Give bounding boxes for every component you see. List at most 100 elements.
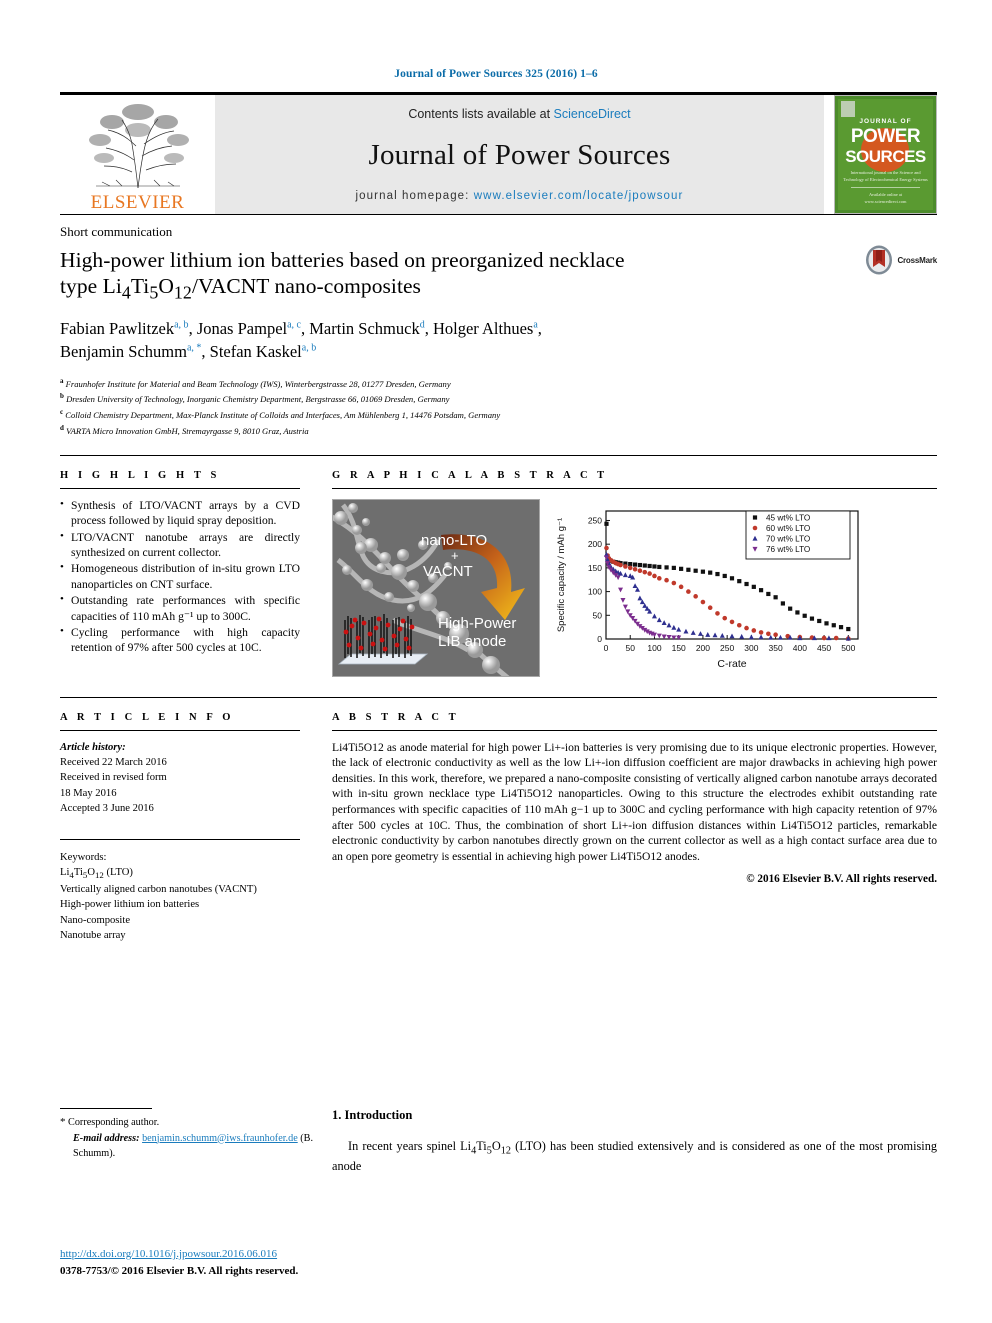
svg-text:76 wt% LTO: 76 wt% LTO <box>766 545 810 554</box>
elsevier-logo: ELSEVIER <box>60 95 215 214</box>
list-item: LTO/VACNT nanotube arrays are directly s… <box>60 529 300 561</box>
list-item: Synthesis of LTO/VACNT arrays by a CVD p… <box>60 497 300 529</box>
svg-text:100: 100 <box>647 643 661 653</box>
graphical-abstract-image: nano-LTO + VACNT High-Power LIB anode <box>332 498 540 677</box>
nanotube-sem-illustration: nano-LTO + VACNT High-Power LIB anode <box>333 499 539 676</box>
introduction-paragraph: In recent years spinel Li4Ti5O12 (LTO) h… <box>332 1139 938 1174</box>
keywords-label: Keywords: <box>60 851 107 863</box>
svg-text:45 wt% LTO: 45 wt% LTO <box>766 513 810 522</box>
svg-text:150: 150 <box>588 563 602 573</box>
highlights-heading: H I G H L I G H T S <box>60 469 220 481</box>
svg-text:200: 200 <box>588 539 602 549</box>
article-head: Short communication CrossMark High-power… <box>60 215 937 439</box>
history-item: Accepted 3 June 2016 <box>60 803 154 815</box>
list-item: Homogeneous distribution of in-situ grow… <box>60 560 300 592</box>
footnote-rule <box>60 1108 152 1109</box>
affiliation-item: b Dresden University of Technology, Inor… <box>60 392 450 405</box>
affiliation-list: a Fraunhofer Institute for Material and … <box>60 376 937 439</box>
doi-footer: http://dx.doi.org/10.1016/j.jpowsour.201… <box>60 1246 298 1279</box>
svg-text:300: 300 <box>744 643 758 653</box>
journal-title: Journal of Power Sources <box>368 139 671 171</box>
email-link[interactable]: benjamin.schumm@iws.fraunhofer.de <box>142 1133 298 1144</box>
issn-copyright-line: 0378-7753/© 2016 Elsevier B.V. All right… <box>60 1264 299 1277</box>
corresponding-author-block: * Corresponding author. E-mail address: … <box>60 1108 332 1175</box>
article-info-column: A R T I C L E I N F O Article history: R… <box>60 698 318 944</box>
author-list: Fabian Pawlitzeka, b, Jonas Pampela, c, … <box>60 318 542 362</box>
article-info-rule <box>60 729 300 731</box>
keyword-item: Li4Ti5O12 (LTO) <box>60 866 133 880</box>
graphical-abstract-content: nano-LTO + VACNT High-Power LIB anode 0 5… <box>332 498 937 677</box>
svg-text:50: 50 <box>625 643 635 653</box>
ga-label-nano-lto: nano-LTO <box>421 532 487 549</box>
cover-sources-label: SOURCES <box>845 147 926 166</box>
crossmark-badge[interactable]: CrossMark <box>865 245 937 275</box>
ga-label-plus: + <box>451 548 459 563</box>
graphical-abstract-column: G R A P H I C A L A B S T R A C T nano-L… <box>318 456 937 677</box>
cover-subtitle: International journal on the Science and… <box>843 170 928 182</box>
keyword-item: Nanotube array <box>60 929 126 941</box>
author-item[interactable]: Benjamin Schumma, * <box>60 342 201 361</box>
page-title: High-power lithium ion batteries based o… <box>60 247 760 304</box>
list-item: Cycling performance with high capacity r… <box>60 624 300 656</box>
ga-label-high-power: High-Power <box>438 615 516 632</box>
keywords-block: Keywords: Li4Ti5O12 (LTO) Vertically ali… <box>60 850 300 944</box>
keyword-item: Vertically aligned carbon nanotubes (VAC… <box>60 883 257 895</box>
affiliation-item: a Fraunhofer Institute for Material and … <box>60 376 451 389</box>
svg-text:400: 400 <box>793 643 807 653</box>
journal-homepage-line: journal homepage: www.elsevier.com/locat… <box>356 190 684 202</box>
elsevier-tree-icon <box>88 104 189 189</box>
svg-text:Specific capacity / mAh g⁻¹: Specific capacity / mAh g⁻¹ <box>556 518 567 632</box>
journal-masthead: ELSEVIER Contents lists available at Sci… <box>60 92 937 214</box>
doi-link[interactable]: http://dx.doi.org/10.1016/j.jpowsour.201… <box>60 1248 277 1260</box>
svg-text:0: 0 <box>597 634 602 644</box>
homepage-url-link[interactable]: www.elsevier.com/locate/jpowsour <box>474 190 684 202</box>
ga-label-lib-anode: LIB anode <box>438 633 506 650</box>
svg-text:250: 250 <box>720 643 734 653</box>
ga-label-vacnt: VACNT <box>423 563 473 580</box>
chart-canvas: 0 50 100 150 200 250 300 350 400 450 500 0 50 100 150 2… <box>556 510 859 670</box>
highlights-graphical-band: H I G H L I G H T S Synthesis of LTO/VAC… <box>60 454 937 677</box>
svg-text:450: 450 <box>817 643 831 653</box>
svg-text:500: 500 <box>841 643 855 653</box>
author-item[interactable]: Jonas Pampela, c <box>197 319 301 338</box>
article-history-label: Article history: <box>60 741 126 753</box>
cover-power-label: POWER <box>850 126 921 147</box>
title-line-2: type Li4Ti5O12/VACNT nano-composites <box>60 274 421 303</box>
article-history: Article history: Received 22 March 2016 … <box>60 740 300 817</box>
author-item[interactable]: Holger Althuesa <box>433 319 538 338</box>
author-item[interactable]: Martin Schmuckd <box>309 319 424 338</box>
author-item[interactable]: Stefan Kaskela, b <box>210 342 317 361</box>
author-item[interactable]: Fabian Pawlitzeka, b <box>60 319 189 338</box>
cover-footer-text: Available online at www.sciencedirect.co… <box>851 186 920 205</box>
svg-text:100: 100 <box>588 586 602 596</box>
page-footer-band: * Corresponding author. E-mail address: … <box>60 1108 937 1175</box>
history-item: Received in revised form <box>60 772 167 784</box>
abstract-rule <box>332 729 937 731</box>
history-item: 18 May 2016 <box>60 787 117 799</box>
graphical-abstract-heading: G R A P H I C A L A B S T R A C T <box>332 469 608 481</box>
cover-elsevier-icon <box>841 101 855 117</box>
introduction-block: 1. Introduction In recent years spinel L… <box>332 1108 937 1175</box>
keyword-item: High-power lithium ion batteries <box>60 899 200 911</box>
contents-prefix: Contents lists available at <box>408 107 554 121</box>
list-item: Outstanding rate performances with speci… <box>60 592 300 624</box>
svg-text:0: 0 <box>604 643 609 653</box>
history-item: Received 22 March 2016 <box>60 757 167 769</box>
article-info-heading: A R T I C L E I N F O <box>60 711 235 723</box>
abstract-copyright: © 2016 Elsevier B.V. All rights reserved… <box>746 873 937 886</box>
keywords-rule <box>60 838 300 840</box>
corresponding-label: Corresponding author. <box>68 1117 160 1128</box>
articleinfo-abstract-band: A R T I C L E I N F O Article history: R… <box>60 696 937 944</box>
svg-text:C-rate: C-rate <box>717 658 746 670</box>
corresponding-marker: * <box>60 1116 66 1128</box>
affiliation-item: c Colloid Chemistry Department, Max-Plan… <box>60 408 501 421</box>
affiliation-item: d VARTA Micro Innovation GmbH, Stremayrg… <box>60 423 309 436</box>
svg-text:70 wt% LTO: 70 wt% LTO <box>766 534 810 543</box>
crossmark-icon <box>865 245 893 275</box>
svg-text:200: 200 <box>696 643 710 653</box>
sciencedirect-link[interactable]: ScienceDirect <box>554 107 631 121</box>
abstract-column: A B S T R A C T Li4Ti5O12 as anode mater… <box>318 698 937 944</box>
title-line-1: High-power lithium ion batteries based o… <box>60 248 625 272</box>
contents-available-line: Contents lists available at ScienceDirec… <box>408 107 630 121</box>
article-type: Short communication <box>60 224 173 239</box>
